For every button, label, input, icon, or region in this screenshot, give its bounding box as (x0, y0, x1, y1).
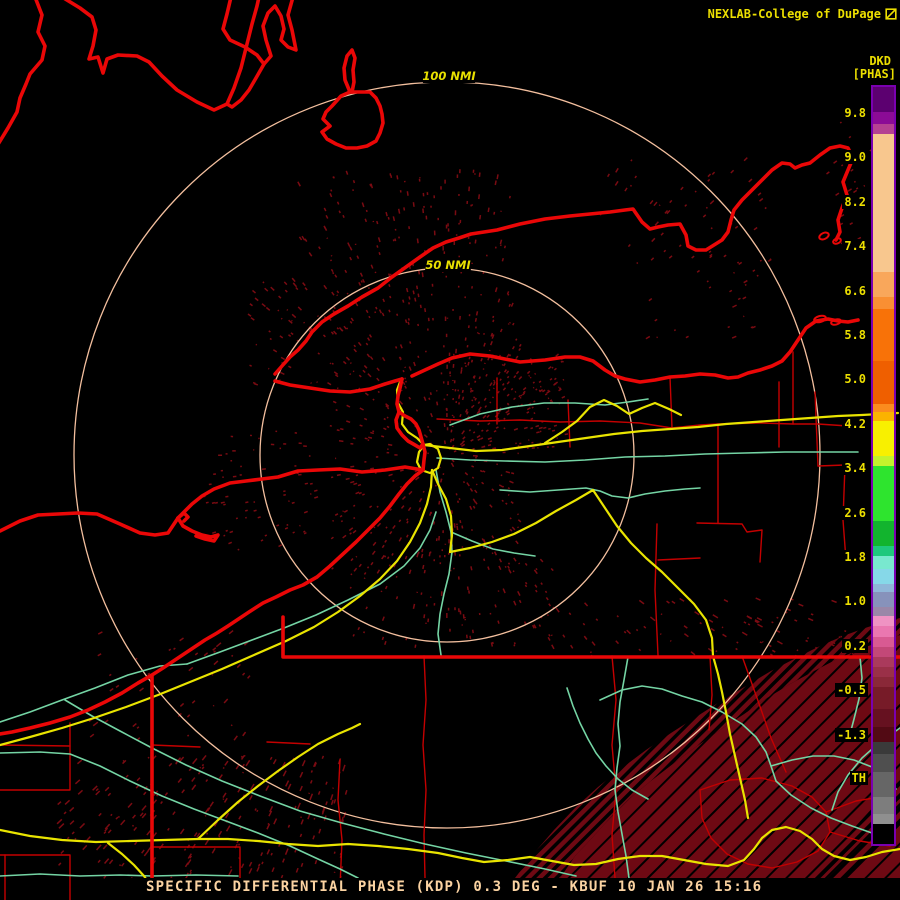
range-ring-50 (260, 268, 634, 642)
colorbar-segment (873, 87, 894, 112)
colorbar-segment (873, 647, 894, 657)
map-canvas: 100 NMI 50 NMI (0, 0, 900, 900)
colorbar-segment (873, 626, 894, 637)
page-title: NEXLAB-College of DuPage (708, 7, 897, 21)
colorbar-segment (873, 309, 894, 361)
colorbar-segment (873, 742, 894, 754)
island-layer (813, 231, 841, 326)
colorbar-segment (873, 404, 894, 412)
colorbar-segment (873, 637, 894, 647)
colorbar-segment (873, 361, 894, 404)
colorbar-segment (873, 657, 894, 667)
caption-text: SPECIFIC DIFFERENTIAL PHASE (KDP) 0.3 DE… (146, 879, 762, 895)
colorbar-tick-label: 9.8 (842, 106, 868, 120)
colorbar-segment (873, 592, 894, 607)
colorbar-segment (873, 546, 894, 556)
units-label: [PHAS] (852, 67, 897, 81)
colorbar-segment (873, 772, 894, 797)
colorbar-segment (873, 569, 894, 584)
colorbar-segment (873, 709, 894, 727)
shoreline-layer (0, 0, 858, 734)
radar-viewer: 100 NMI 50 NMI SPECIFIC DIFFERENTIAL PHAS… (0, 0, 900, 900)
colorbar-tick-label: -1.3 (835, 728, 868, 742)
colorbar-tick-label: 8.2 (842, 195, 868, 209)
product-code-label: DKD (868, 54, 892, 68)
colorbar-segment (873, 607, 894, 616)
colorbar-segment (873, 824, 894, 844)
colorbar-tick-label: 6.6 (842, 284, 868, 298)
colorbar-segment (873, 814, 894, 824)
colorbar-tick-label: 5.0 (842, 372, 868, 386)
colorbar-segment (873, 797, 894, 814)
colorbar-segment (873, 616, 894, 626)
colorbar-segment (873, 456, 894, 466)
colorbar-tick-label: -0.5 (835, 683, 868, 697)
cod-logo-icon (885, 8, 897, 20)
colorbar (871, 85, 896, 846)
colorbar-segment (873, 297, 894, 309)
colorbar-tick-label: 3.4 (842, 461, 868, 475)
colorbar-tick-label: 9.0 (842, 150, 868, 164)
colorbar-segment (873, 584, 894, 592)
colorbar-segment (873, 667, 894, 677)
colorbar-segment (873, 754, 894, 772)
island-outline (818, 231, 830, 241)
colorbar-segment (873, 134, 894, 272)
site-title-label: NEXLAB-College of DuPage (708, 7, 881, 21)
colorbar-th-label: TH (850, 771, 868, 785)
colorbar-segment (873, 521, 894, 546)
colorbar-segment (873, 727, 894, 742)
colorbar-segment (873, 466, 894, 521)
colorbar-segment (873, 124, 894, 134)
colorbar-segment (873, 412, 894, 421)
ring-label-50: 50 NMI (425, 258, 471, 272)
colorbar-tick-label: 2.6 (842, 506, 868, 520)
colorbar-segment (873, 421, 894, 456)
colorbar-tick-label: 4.2 (842, 417, 868, 431)
ring-label-100: 100 NMI (422, 69, 476, 83)
colorbar-tick-label: 1.0 (842, 594, 868, 608)
colorbar-tick-label: 0.2 (842, 639, 868, 653)
colorbar-segment (873, 272, 894, 297)
colorbar-segment (873, 112, 894, 124)
colorbar-tick-label: 7.4 (842, 239, 868, 253)
colorbar-tick-label: 1.8 (842, 550, 868, 564)
colorbar-tick-label: 5.8 (842, 328, 868, 342)
colorbar-segment (873, 556, 894, 569)
colorbar-segment (873, 687, 894, 709)
colorbar-segment (873, 677, 894, 687)
